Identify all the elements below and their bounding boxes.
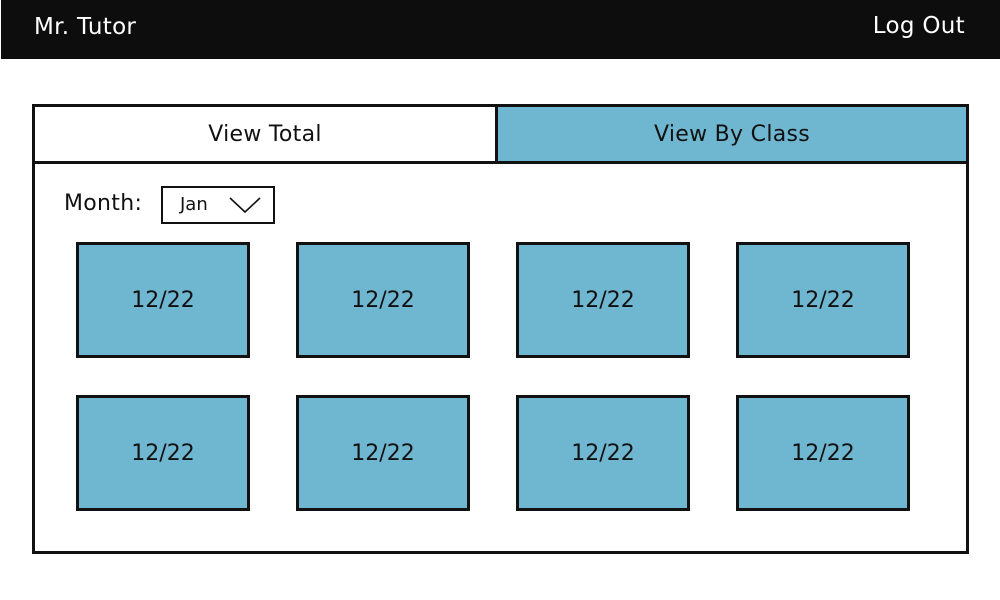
- chevron-down-icon: [229, 196, 261, 218]
- class-card[interactable]: 12/22: [516, 242, 690, 358]
- brand-title: Mr. Tutor: [34, 14, 137, 40]
- month-label: Month:: [64, 191, 143, 216]
- class-card[interactable]: 12/22: [736, 395, 910, 511]
- class-card[interactable]: 12/22: [516, 395, 690, 511]
- class-card[interactable]: 12/22: [296, 395, 470, 511]
- view-tabs: View Total View By Class: [35, 107, 966, 164]
- log-out-button[interactable]: Log Out: [873, 13, 965, 39]
- month-select[interactable]: Jan: [161, 186, 275, 224]
- class-card-grid: 12/22 12/22 12/22 12/22 12/22 12/22 12/2…: [76, 242, 910, 511]
- class-card[interactable]: 12/22: [296, 242, 470, 358]
- main-panel: View Total View By Class Month: Jan 12/2…: [32, 104, 969, 554]
- top-bar: Mr. Tutor Log Out: [1, 0, 1000, 59]
- tab-view-total[interactable]: View Total: [35, 107, 498, 161]
- tab-view-by-class[interactable]: View By Class: [498, 107, 966, 161]
- class-card[interactable]: 12/22: [736, 242, 910, 358]
- month-value: Jan: [180, 194, 208, 215]
- class-card[interactable]: 12/22: [76, 395, 250, 511]
- class-card[interactable]: 12/22: [76, 242, 250, 358]
